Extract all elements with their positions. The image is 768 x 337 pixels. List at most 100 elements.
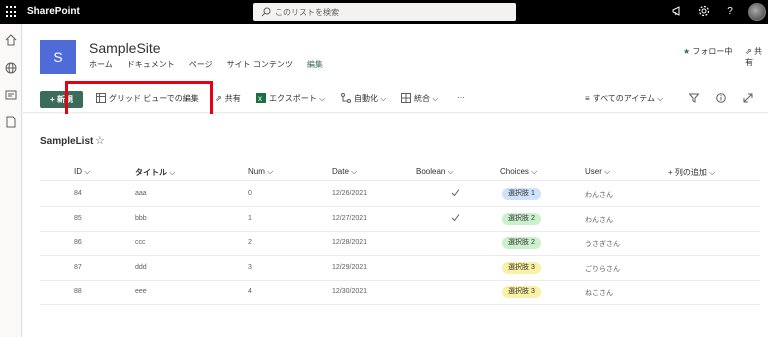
cell-num: 0 xyxy=(248,190,252,197)
site-navigation: ホーム ドキュメント ページ サイト コンテンツ 編集 xyxy=(89,59,323,70)
table-row[interactable]: 84 aaa 0 12/26/2021 わんさん 選択肢 1 xyxy=(40,182,760,207)
list-view: SampleList ☆ ID ⌵ タイトル ⌵ Num ⌵ Date ⌵ Bo… xyxy=(23,114,768,337)
nav-item-documents[interactable]: ドキュメント xyxy=(127,59,175,70)
chevron-down-icon: ⌵ xyxy=(447,167,454,176)
automate-label: 自動化 xyxy=(354,94,378,103)
nav-item-home[interactable]: ホーム xyxy=(89,59,113,70)
expand-icon[interactable] xyxy=(743,93,753,105)
chevron-down-icon: ⌵ xyxy=(432,94,439,103)
cell-title[interactable]: bbb xyxy=(135,215,147,222)
view-selector[interactable]: ≡ すべてのアイテム ⌵ xyxy=(585,93,663,104)
cell-title[interactable]: ddd xyxy=(135,264,147,271)
share-site-button[interactable]: ⇗ 共有 xyxy=(745,46,768,68)
grid-icon xyxy=(96,93,106,103)
column-header-choices[interactable]: Choices ⌵ xyxy=(500,167,537,177)
view-label: すべてのアイテム xyxy=(592,94,655,103)
cell-user: わんさん xyxy=(585,216,613,224)
add-column-button[interactable]: + 列の追加 ⌵ xyxy=(668,167,715,178)
column-header-title[interactable]: タイトル ⌵ xyxy=(135,167,175,178)
cell-id: 86 xyxy=(74,239,82,246)
table-row[interactable]: 87 ddd 3 12/29/2021 ごりらさん 選択肢 3 xyxy=(40,256,760,281)
cell-user: ごりらさん xyxy=(585,265,620,273)
table-row[interactable]: 86 ccc 2 12/28/2021 うさぎさん 選択肢 2 xyxy=(40,231,760,256)
chevron-down-icon: ⌵ xyxy=(657,94,664,103)
column-header-boolean[interactable]: Boolean ⌵ xyxy=(416,167,454,177)
star-icon: ★ xyxy=(683,47,691,56)
more-button[interactable]: ··· xyxy=(457,93,465,102)
list-title[interactable]: SampleList xyxy=(40,136,93,147)
nav-edit-link[interactable]: 編集 xyxy=(307,59,323,70)
search-icon xyxy=(261,7,271,17)
cell-date: 12/28/2021 xyxy=(332,239,368,246)
filter-icon[interactable] xyxy=(688,93,700,105)
cell-user: ねこさん xyxy=(585,290,613,297)
news-icon[interactable] xyxy=(4,88,18,102)
cell-user: わんさん xyxy=(585,192,613,199)
cell-date: 12/29/2021 xyxy=(332,263,368,271)
cell-num: 3 xyxy=(248,263,252,271)
nav-item-pages[interactable]: ページ xyxy=(189,59,213,70)
waffle-icon[interactable] xyxy=(6,6,18,18)
chevron-down-icon: ⌵ xyxy=(380,94,387,103)
suite-bar: SharePoint ? xyxy=(0,0,768,24)
site-title[interactable]: SampleSite xyxy=(89,40,161,56)
column-header-date[interactable]: Date ⌵ xyxy=(332,167,357,177)
export-label: エクスポート xyxy=(269,94,317,103)
share-icon: ⇗ xyxy=(215,94,222,103)
chevron-down-icon: ⌵ xyxy=(604,167,611,176)
file-icon[interactable] xyxy=(4,115,18,129)
column-header-user[interactable]: User ⌵ xyxy=(585,167,610,177)
cell-num: 1 xyxy=(248,214,252,222)
column-header-id[interactable]: ID ⌵ xyxy=(74,167,90,177)
chevron-down-icon: ⌵ xyxy=(84,167,91,176)
export-button[interactable]: x エクスポート ⌵ xyxy=(256,93,325,104)
nav-item-site-contents[interactable]: サイト コンテンツ xyxy=(227,59,293,70)
table-row[interactable]: 85 bbb 1 12/27/2021 わんさん 選択肢 2 xyxy=(40,207,760,232)
list-view-icon: ≡ xyxy=(585,94,590,103)
gear-icon[interactable] xyxy=(697,5,711,19)
table-header: ID ⌵ タイトル ⌵ Num ⌵ Date ⌵ Boolean ⌵ Choic… xyxy=(40,161,760,181)
flow-icon xyxy=(341,93,351,103)
cell-title[interactable]: eee xyxy=(135,288,147,295)
app-brand[interactable]: SharePoint xyxy=(27,6,80,17)
automate-button[interactable]: 自動化 ⌵ xyxy=(341,93,386,104)
cell-date: 12/26/2021 xyxy=(332,190,368,197)
cell-title[interactable]: aaa xyxy=(135,190,147,197)
column-header-num[interactable]: Num ⌵ xyxy=(248,167,273,177)
share-list-button[interactable]: ⇗ 共有 xyxy=(215,93,241,104)
chevron-down-icon: ⌵ xyxy=(319,94,326,103)
site-logo[interactable]: S xyxy=(40,40,76,74)
megaphone-icon[interactable] xyxy=(670,5,684,19)
cell-id: 84 xyxy=(74,190,82,197)
search-input[interactable] xyxy=(275,5,505,19)
svg-text:x: x xyxy=(258,94,262,103)
info-icon[interactable] xyxy=(716,93,726,105)
new-button[interactable]: + 新規 xyxy=(40,91,83,108)
table-row[interactable]: 88 eee 4 12/30/2021 ねこさん 選択肢 3 xyxy=(40,280,760,305)
cell-num: 2 xyxy=(248,239,252,246)
grid-edit-button[interactable]: グリッド ビューでの編集 xyxy=(96,93,199,104)
globe-icon[interactable] xyxy=(4,61,18,75)
site-header: S SampleSite ホーム ドキュメント ページ サイト コンテンツ 編集… xyxy=(23,24,768,86)
integrate-button[interactable]: 統合 ⌵ xyxy=(401,93,438,104)
choice-badge: 選択肢 2 xyxy=(502,212,541,225)
follow-button[interactable]: ★ フォロー中 xyxy=(683,46,732,57)
search-box[interactable] xyxy=(253,3,516,21)
star-icon[interactable]: ☆ xyxy=(95,134,105,147)
chevron-down-icon: ⌵ xyxy=(169,168,176,177)
choice-badge: 選択肢 2 xyxy=(502,237,541,249)
left-rail xyxy=(0,24,22,337)
avatar[interactable] xyxy=(748,3,766,21)
follow-label: フォロー中 xyxy=(692,47,733,56)
home-icon[interactable] xyxy=(4,33,18,47)
cell-id: 85 xyxy=(74,214,82,222)
cell-date: 12/30/2021 xyxy=(332,288,368,295)
cell-date: 12/27/2021 xyxy=(332,214,368,222)
chevron-down-icon: ⌵ xyxy=(709,168,716,177)
plus-icon: + xyxy=(50,95,55,104)
cell-id: 87 xyxy=(74,263,82,271)
integrate-label: 統合 xyxy=(414,94,430,103)
help-icon[interactable]: ? xyxy=(723,5,737,19)
check-icon xyxy=(451,213,460,224)
cell-title[interactable]: ccc xyxy=(135,239,146,246)
